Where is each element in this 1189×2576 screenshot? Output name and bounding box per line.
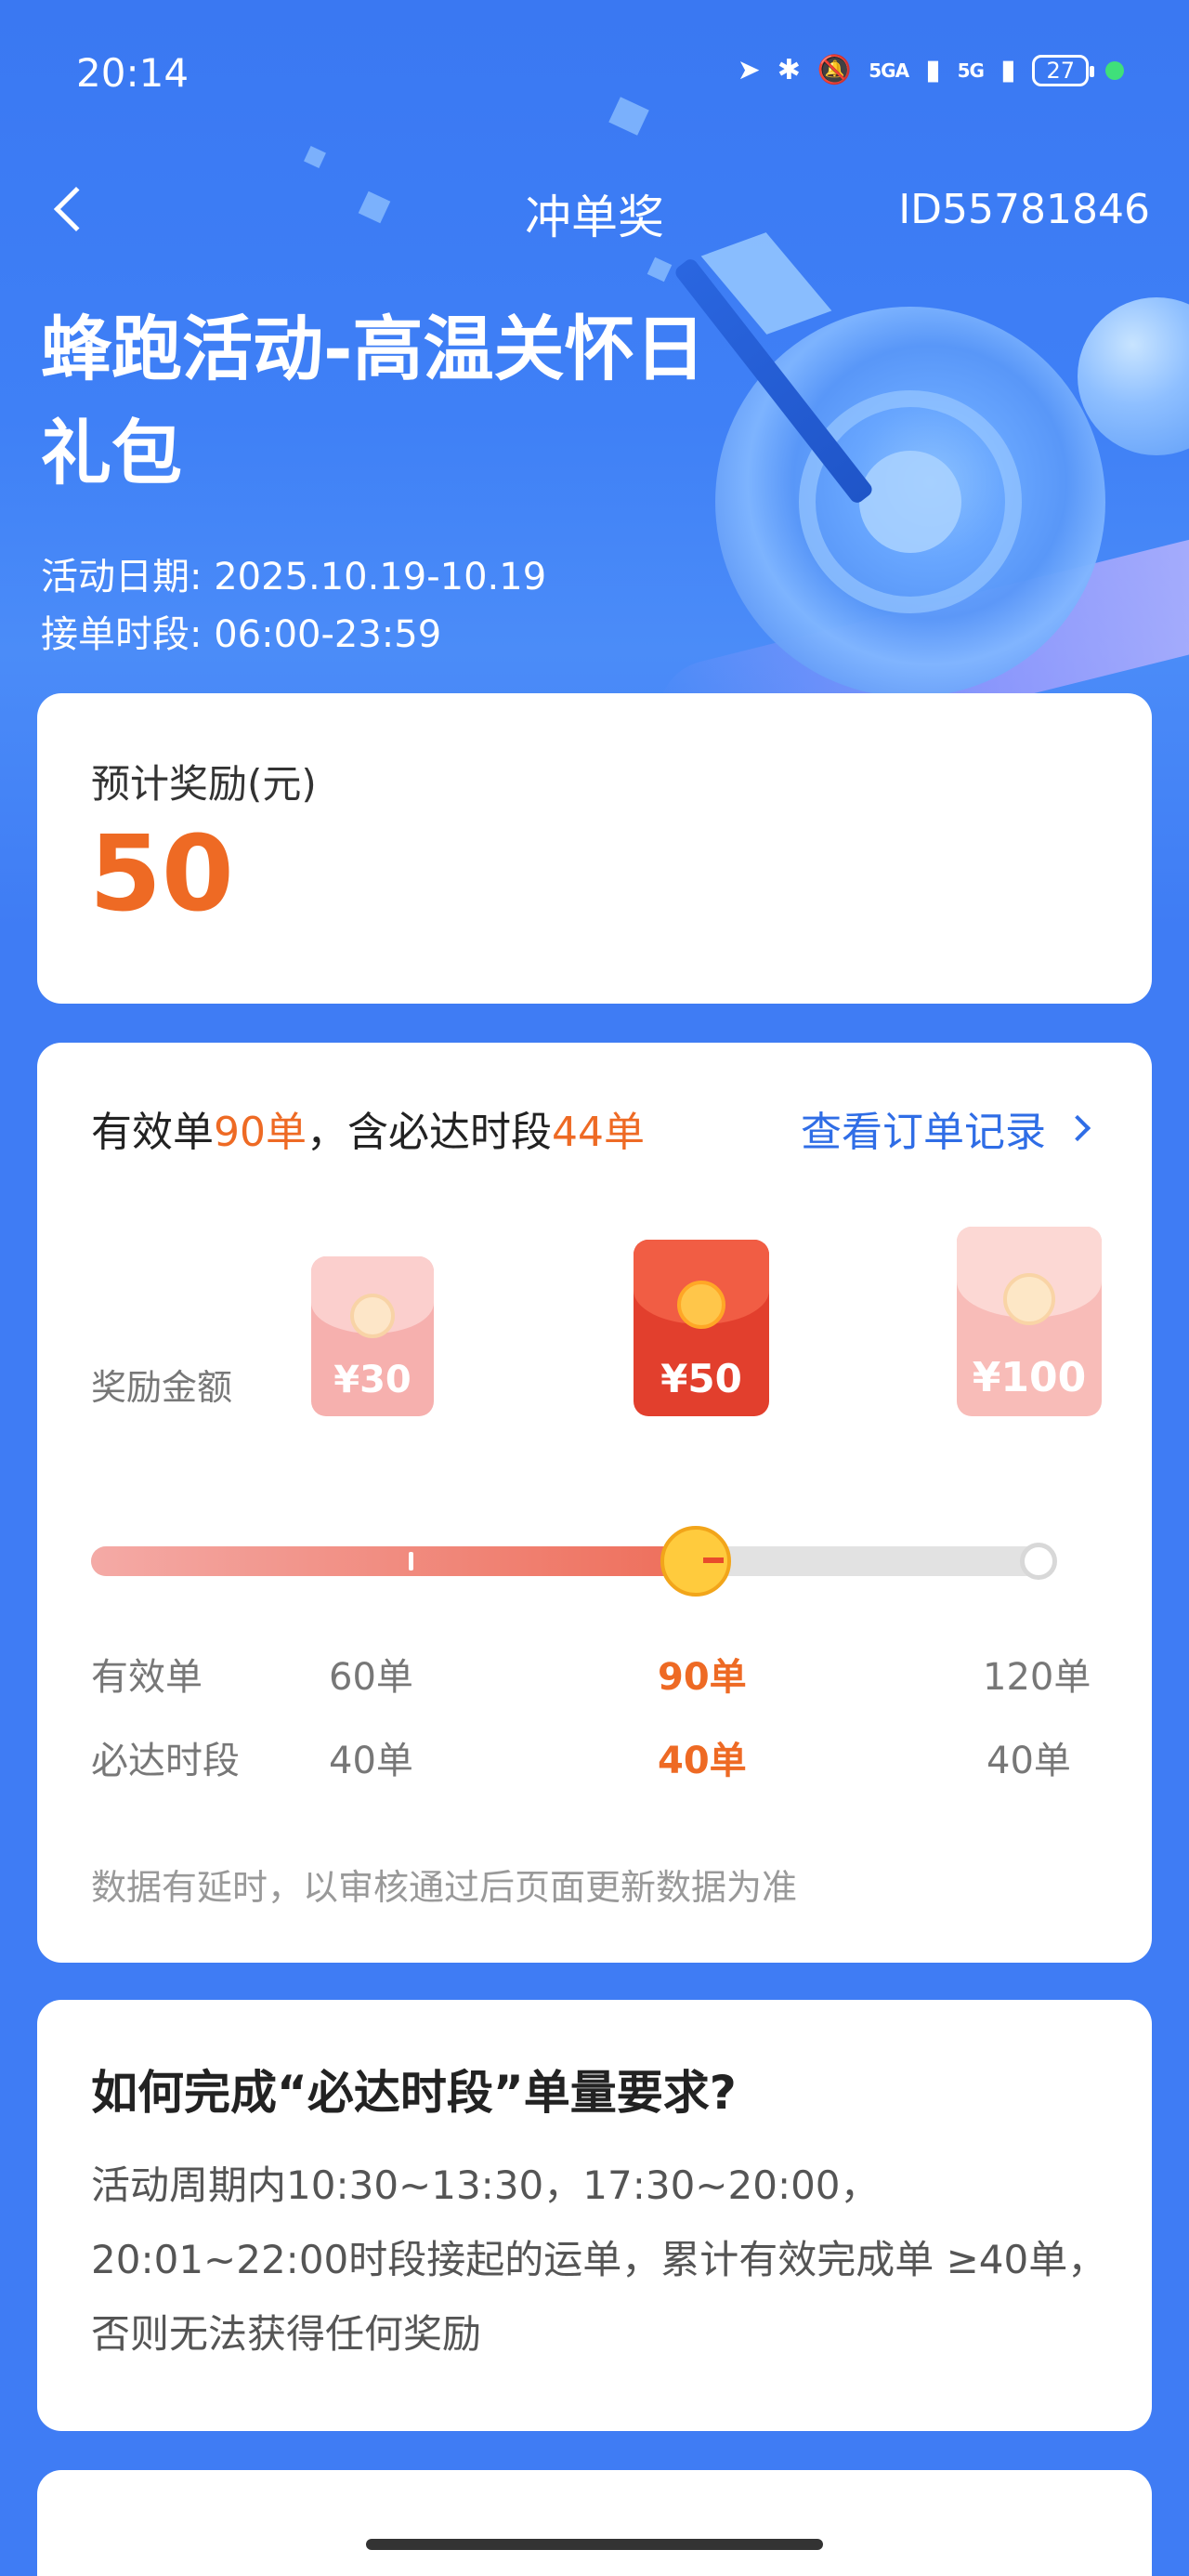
- status-bar: 20:14 ➤ ✱ 🔕 5GA ▮ 5G ▮ 27: [0, 0, 1189, 149]
- tier-1-reward: ¥30: [333, 1359, 412, 1401]
- view-order-records-link[interactable]: 查看订单记录: [801, 1098, 1091, 1158]
- view-order-records-label: 查看订单记录: [801, 1109, 1046, 1156]
- valid-orders-count: 90单: [214, 1109, 307, 1156]
- progress-tick: [409, 1552, 413, 1571]
- home-indicator[interactable]: [366, 2539, 823, 2550]
- activity-date: 活动日期: 2025.10.19-10.19: [41, 556, 547, 598]
- tier-1-required-orders: 40单: [329, 1740, 413, 1782]
- tier-3-valid-orders: 120单: [983, 1656, 1091, 1699]
- tier-2-reward: ¥50: [660, 1356, 742, 1401]
- reward-amount-label: 奖励金额: [91, 1367, 233, 1408]
- progress-fill: [91, 1546, 696, 1576]
- coin-icon: [350, 1294, 395, 1338]
- location-icon: ➤: [737, 54, 761, 86]
- decor-ball: [1078, 297, 1189, 455]
- progress-end-dot: [1020, 1543, 1057, 1580]
- progress-knob: [660, 1526, 731, 1597]
- signal-5ga-icon: 5GA: [869, 59, 909, 82]
- activity-meta: 活动日期: 2025.10.19-10.19 接单时段: 06:00-23:59: [41, 548, 546, 664]
- orders-summary: 有效单90单，含必达时段44单: [91, 1098, 645, 1158]
- tier-2-valid-orders: 90单: [658, 1656, 747, 1699]
- data-delay-note: 数据有延时，以审核通过后页面更新数据为准: [91, 1867, 798, 1908]
- decor-square: [304, 146, 326, 168]
- status-time: 20:14: [76, 50, 189, 96]
- privacy-indicator-dot: [1105, 60, 1124, 80]
- progress-card: 有效单90单，含必达时段44单 查看订单记录 奖励金额 ¥30 ¥50 ¥100…: [37, 1043, 1152, 1963]
- knob-marker: [703, 1557, 724, 1563]
- required-orders-count: 44单: [552, 1109, 645, 1156]
- tier-3-required-orders: 40单: [986, 1740, 1071, 1782]
- battery-icon: 27: [1032, 54, 1094, 86]
- decor-square: [647, 256, 673, 283]
- next-card: [37, 2470, 1152, 2576]
- nav-bar: 冲单奖 ID55781846: [0, 167, 1189, 251]
- progress-track: [91, 1526, 1057, 1597]
- status-icons: ➤ ✱ 🔕 5GA ▮ 5G ▮ 27: [738, 54, 1124, 86]
- tier-2-required-orders: 40单: [658, 1740, 747, 1782]
- reward-summary-card: 预计奖励(元) 50: [37, 693, 1152, 1004]
- howto-title: 如何完成“必达时段”单量要求?: [91, 2066, 737, 2120]
- signal-5g-icon: 5G: [957, 59, 985, 82]
- activity-hours: 接单时段: 06:00-23:59: [41, 613, 442, 656]
- red-envelope-tier-3: ¥100: [957, 1227, 1102, 1416]
- target-center: [859, 451, 961, 553]
- user-id: ID55781846: [898, 186, 1150, 233]
- mute-bell-icon: 🔕: [817, 54, 853, 86]
- howto-body: 活动周期内10:30~13:30，17:30~20:00，20:01~22:00…: [91, 2162, 1107, 2357]
- signal-bars-icon: ▮: [1000, 54, 1016, 86]
- signal-bars-icon: ▮: [925, 54, 941, 86]
- row-label-required: 必达时段: [91, 1740, 240, 1782]
- red-envelope-tier-1: ¥30: [311, 1256, 434, 1416]
- red-envelope-tier-2: ¥50: [634, 1240, 769, 1416]
- chevron-right-icon: [1064, 1114, 1091, 1142]
- bluetooth-icon: ✱: [777, 54, 801, 86]
- orders-prefix: 有效单: [91, 1109, 214, 1156]
- tier-1-valid-orders: 60单: [329, 1656, 413, 1699]
- orders-mid-text: ，含必达时段: [307, 1109, 552, 1156]
- reward-amount: 50: [89, 814, 234, 935]
- reward-summary-label: 预计奖励(元): [91, 761, 317, 807]
- activity-title: 蜂跑活动-高温关怀日礼包: [41, 308, 706, 494]
- tier-3-reward: ¥100: [972, 1354, 1087, 1401]
- row-label-valid: 有效单: [91, 1656, 203, 1699]
- howto-card: 如何完成“必达时段”单量要求? 活动周期内10:30~13:30，17:30~2…: [37, 2000, 1152, 2431]
- coin-icon: [1003, 1273, 1055, 1325]
- coin-icon: [677, 1281, 725, 1329]
